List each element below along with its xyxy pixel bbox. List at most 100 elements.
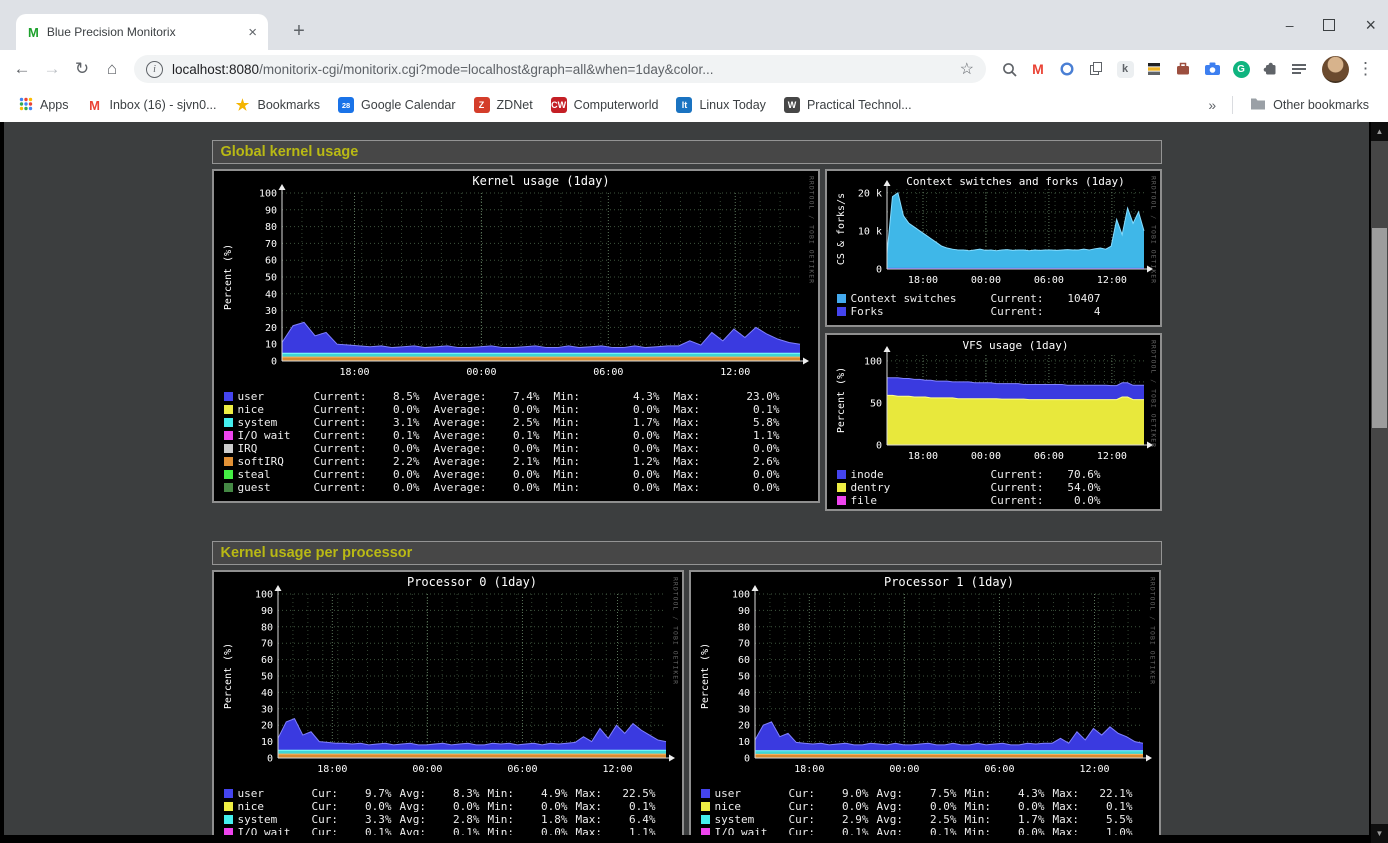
bookmark-item[interactable]: WPractical Technol... [775,93,921,117]
svg-text:Percent (%): Percent (%) [223,643,234,709]
legend-swatch [224,815,233,824]
back-button[interactable]: ← [8,55,36,83]
svg-text:18:00: 18:00 [339,367,369,378]
svg-text:00:00: 00:00 [412,764,442,775]
browser-tab[interactable]: M Blue Precision Monitorix × [16,14,268,50]
url-host: localhost:8080 [172,62,259,77]
svg-text:Processor 0 (1day): Processor 0 (1day) [406,575,536,589]
legend-stat-value: 2.2% [374,455,420,468]
legend-stat-value: 0.1% [913,826,957,835]
other-bookmarks[interactable]: Other bookmarks [1241,93,1378,117]
section-global-kernel: Kernel usage (1day)100908070605040302010… [212,169,1162,511]
legend-stat-value: 0.0% [614,468,660,481]
legend-stat-value: 0.1% [436,826,480,835]
legend-stat-value: 4.3% [1001,787,1045,800]
tab-close-icon[interactable]: × [245,24,260,41]
legend-stat-key: Current: [991,305,1051,318]
legend-row: I/O waitCur:0.1%Avg:0.1%Min:0.0%Max:1.1% [224,826,682,835]
legend-stat-value: 0.0% [524,800,568,813]
rrdtool-watermark: RRDTOOL / TOBI OETIKER [1149,577,1157,685]
legend-row: systemCur:3.3%Avg:2.8%Min:1.8%Max:6.4% [224,813,682,826]
svg-text:06:00: 06:00 [593,367,623,378]
legend-stat-value: 0.0% [1051,494,1101,507]
legend-label: IRQ [238,442,314,455]
legend-stat-key: Current: [314,429,374,442]
bookmarks-overflow-icon[interactable]: » [1200,97,1224,113]
svg-text:00:00: 00:00 [889,764,919,775]
bookmark-item[interactable]: 28Google Calendar [329,93,465,117]
legend-stat-key: Max: [674,455,734,468]
camera-icon[interactable] [1201,58,1223,80]
bookmark-item[interactable]: CWComputerworld [542,93,668,117]
scrollbar-up-icon[interactable]: ▲ [1371,122,1388,141]
legend-stat-key: Cur: [312,800,348,813]
search-icon[interactable] [998,58,1020,80]
legend-stat-value: 23.0% [734,390,780,403]
scrollbar-thumb[interactable] [1372,228,1387,428]
legend-stat-key: Current: [314,403,374,416]
legend-stat-key: Avg: [400,826,436,835]
processor1-legend: userCur:9.0%Avg:7.5%Min:4.3%Max:22.1%nic… [691,784,1159,835]
svg-text:12:00: 12:00 [602,764,632,775]
vfs-usage-graph[interactable]: VFS usage (1day)10050018:0000:0006:0012:… [829,337,1158,465]
svg-text:10: 10 [260,737,272,748]
window-maximize-button[interactable] [1323,19,1335,31]
gmail-icon[interactable]: M [1027,58,1049,80]
grammarly-icon[interactable]: G [1230,58,1252,80]
processor0-graph[interactable]: Processor 0 (1day)1009080706050403020100… [216,574,680,784]
svg-text:50: 50 [737,672,749,683]
legend-stat-key: Cur: [312,813,348,826]
profile-avatar[interactable] [1322,56,1349,83]
svg-text:30: 30 [260,704,272,715]
ring-icon[interactable] [1056,58,1078,80]
stack-icon[interactable] [1143,58,1165,80]
site-info-icon[interactable]: i [146,61,163,78]
bookmark-item[interactable]: ltLinux Today [667,93,775,117]
reload-button[interactable]: ↻ [68,55,96,83]
legend-row: niceCurrent:0.0%Average:0.0%Min:0.0%Max:… [224,403,818,416]
bookmark-star-icon[interactable]: ☆ [960,59,974,79]
svg-text:18:00: 18:00 [317,764,347,775]
legend-label: nice [238,800,312,813]
vfs-usage-legend: inodeCurrent:70.6%dentryCurrent:54.0%fil… [827,465,1160,507]
bookmark-item[interactable]: ZZDNet [465,93,542,117]
svg-text:80: 80 [737,622,749,633]
legend-label: steal [238,468,314,481]
scrollbar-down-icon[interactable]: ▼ [1371,824,1388,843]
forward-button[interactable]: → [38,55,66,83]
bookmark-item[interactable]: MInbox (16) - sjvn0... [78,93,226,117]
bookmark-label: Inbox (16) - sjvn0... [110,98,217,112]
window-close-button[interactable]: × [1365,15,1376,36]
legend-stat-key: Min: [554,468,614,481]
legend-swatch [224,457,233,466]
home-button[interactable]: ⌂ [98,55,126,83]
legend-stat-value: 2.6% [734,455,780,468]
legend-stat-value: 0.0% [913,800,957,813]
legend-stat-key: Min: [554,390,614,403]
bookmark-item[interactable]: ★Bookmarks [226,93,330,117]
address-bar[interactable]: i localhost:8080/monitorix-cgi/monitorix… [134,55,986,83]
extensions-puzzle-icon[interactable] [1259,58,1281,80]
keep-icon[interactable]: k [1114,58,1136,80]
legend-swatch [224,444,233,453]
reading-list-icon[interactable] [1288,58,1310,80]
new-tab-button[interactable]: + [286,18,312,44]
legend-stat-key: Avg: [400,800,436,813]
kernel-usage-graph[interactable]: Kernel usage (1day)100908070605040302010… [216,173,816,387]
svg-text:70: 70 [260,639,272,650]
legend-stat-key: Avg: [400,813,436,826]
case-icon[interactable] [1172,58,1194,80]
legend-label: system [238,416,314,429]
svg-text:00:00: 00:00 [466,367,496,378]
legend-stat-value: 0.0% [614,429,660,442]
copy-icon[interactable] [1085,58,1107,80]
window-minimize-button[interactable]: – [1286,17,1294,33]
page-scrollbar[interactable]: ▲ ▼ [1371,122,1388,843]
context-switches-graph[interactable]: Context switches and forks (1day)20 k10 … [829,173,1158,289]
legend-stat-key: Max: [1053,813,1089,826]
apps-shortcut[interactable]: Apps [10,93,78,117]
browser-menu-icon[interactable]: ⋮ [1351,59,1380,79]
site-icon: W [784,97,800,113]
legend-stat-key: Current: [314,442,374,455]
processor1-graph[interactable]: Processor 1 (1day)1009080706050403020100… [693,574,1157,784]
